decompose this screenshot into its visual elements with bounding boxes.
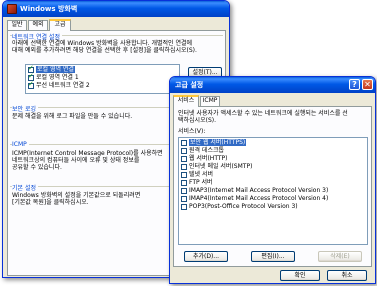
service-label: FTP 서버	[189, 179, 213, 186]
service-checkbox[interactable]	[181, 140, 187, 146]
service-checkbox[interactable]	[181, 172, 187, 178]
service-label: 웹 서버(HTTP)	[189, 155, 228, 162]
tab-icmp[interactable]: ICMP	[200, 96, 220, 106]
service-label: IMAP3(Internet Mail Access Protocol Vers…	[189, 187, 329, 194]
firewall-app-icon	[7, 4, 17, 14]
cancel-button[interactable]: 취소	[327, 270, 367, 281]
service-label: 텔넷 서버	[189, 171, 213, 178]
defaults-desc-line2: [기본값 복원]을 클릭하십시오.	[12, 199, 89, 206]
tab-exceptions[interactable]: 예외	[28, 20, 48, 30]
service-label: IMAP4(Internet Mail Access Protocol Vers…	[189, 195, 329, 202]
service-label: 원격 데스크톱	[189, 147, 225, 154]
ok-button[interactable]: 확인	[280, 270, 320, 281]
security-log-desc: 문제 해결을 위해 로그 파일을 만들 수 있습니다.	[12, 113, 133, 120]
service-checkbox[interactable]	[181, 164, 187, 170]
services-list-label: 서비스(V):	[178, 128, 206, 135]
icmp-group-title: ICMP	[12, 141, 29, 148]
service-label: POP3(Post-Office Protocol Version 3)	[189, 203, 298, 210]
dialog-title: 고급 설정	[175, 81, 204, 89]
tab-services[interactable]: 서비스	[173, 95, 199, 107]
connection-label: 무선 네트워크 연결 2	[36, 82, 90, 89]
tab-general[interactable]: 일반	[7, 20, 27, 30]
close-button[interactable]: ✕	[362, 79, 373, 90]
advanced-settings-dialog: 고급 설정 ? ✕ 서비스 ICMP 인터넷 사용자가 액세스할 수 있는 네트…	[169, 76, 376, 284]
service-checkbox[interactable]	[181, 188, 187, 194]
connection-label: 로컬 영역 연결	[36, 66, 75, 73]
firewall-titlebar[interactable]: Windows 방화벽	[3, 1, 229, 17]
help-button[interactable]: ?	[349, 79, 360, 90]
network-desc-line2: 대해 예외를 추가하려면 해당 연결을 선택한 후 [설정]을 클릭하십시오(S…	[12, 47, 197, 54]
service-checkbox[interactable]	[181, 180, 187, 186]
service-checkbox[interactable]	[181, 204, 187, 210]
connections-list[interactable]: 로컬 영역 연결 로컬 영역 연결 1 무선 네트워크 연결 2	[25, 64, 180, 94]
add-button[interactable]: 추가(D)...	[184, 251, 228, 262]
services-list[interactable]: 보안 웹 서버(HTTPS) 원격 데스크톱 웹 서버(HTTP) 인터넷 메일…	[178, 137, 368, 245]
dialog-titlebar[interactable]: 고급 설정 ? ✕	[170, 77, 375, 93]
service-checkbox[interactable]	[181, 156, 187, 162]
service-label: 보안 웹 서버(HTTPS)	[189, 139, 247, 146]
security-log-group-title: 보안 로깅	[12, 104, 38, 113]
delete-button[interactable]: 삭제(E)	[318, 251, 362, 262]
services-tab-panel: 인터넷 사용자가 액세스할 수 있는 네트워크에 실행되는 서비스를 선 택하십…	[173, 106, 372, 267]
defaults-group-title: 기본 설정	[12, 183, 38, 192]
connection-label: 로컬 영역 연결 1	[36, 74, 79, 81]
service-label: 인터넷 메일 서버(SMTP)	[189, 163, 253, 170]
service-checkbox[interactable]	[181, 196, 187, 202]
service-checkbox[interactable]	[181, 148, 187, 154]
connection-checkbox[interactable]	[28, 81, 34, 89]
firewall-window-title: Windows 방화벽	[20, 5, 78, 13]
services-desc-line2: 택하십시오(S).	[178, 117, 216, 124]
icmp-desc-line3: 공유할 수 있습니다.	[12, 164, 62, 171]
edit-button[interactable]: 편집(I)...	[251, 251, 295, 262]
tab-advanced[interactable]: 고급	[49, 19, 71, 31]
